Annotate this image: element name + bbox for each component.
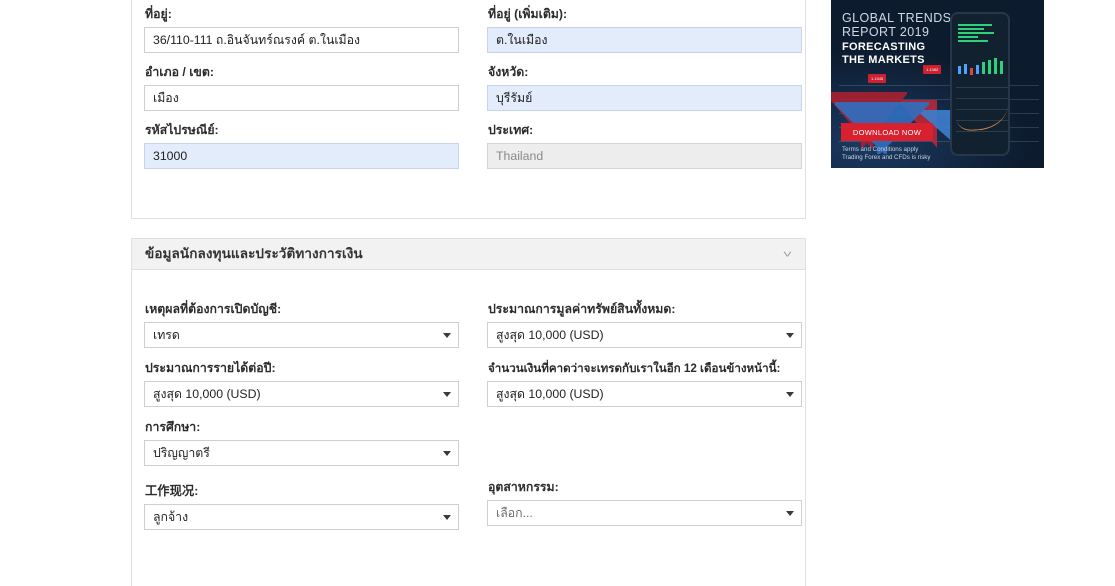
district-input[interactable]: เมือง — [144, 85, 459, 111]
annual-income-label: ประมาณการรายได้ต่อปี: — [145, 361, 276, 375]
country-value: Thailand — [496, 149, 544, 163]
address-row-1: ที่อยู่: 36/110-111 ถ.อินจันทร์ณรงค์ ต.ใ… — [144, 7, 802, 181]
investor-information-panel: ข้อมูลนักลงทุนและประวัติทางการเงิน ˅ เหต… — [131, 238, 806, 586]
employment-status-select[interactable]: ลูกจ้าง — [144, 504, 459, 530]
investor-panel-body: เหตุผลที่ต้องการเปิดบัญชี: เทรด ประมาณกา… — [132, 270, 805, 542]
field-address-additional: ที่อยู่ (เพิ่มเติม): ต.ในเมือง — [487, 7, 802, 53]
total-net-worth-label: ประมาณการมูลค่าทรัพย์สินทั้งหมด: — [488, 302, 676, 316]
investor-left-column: เหตุผลที่ต้องการเปิดบัญชี: เทรด ประมาณกา… — [144, 302, 459, 542]
field-district: อำเภอ / เขต: เมือง — [144, 65, 459, 111]
chevron-down-icon — [786, 392, 794, 397]
account-purpose-select[interactable]: เทรด — [144, 322, 459, 348]
page-root: ที่อยู่: 36/110-111 ถ.อินจันทร์ณรงค์ ต.ใ… — [0, 0, 1115, 586]
investor-right-column: ประมาณการมูลค่าทรัพย์สินทั้งหมด: สูงสุด … — [487, 302, 802, 542]
postal-code-label: รหัสไปรษณีย์: — [145, 123, 219, 137]
address-additional-label: ที่อยู่ (เพิ่มเติม): — [488, 7, 568, 21]
ad-subtitle-line2: THE MARKETS — [842, 54, 925, 66]
chevron-down-icon — [443, 333, 451, 338]
account-purpose-label: เหตุผลที่ต้องการเปิดบัญชี: — [145, 302, 282, 316]
field-country: ประเทศ: Thailand — [487, 123, 802, 169]
field-industry: อุตสาหกรรม: เลือก... — [487, 480, 802, 526]
ad-title: GLOBAL TRENDS REPORT 2019 — [842, 11, 951, 39]
ad-download-button[interactable]: DOWNLOAD NOW — [841, 123, 933, 141]
ad-terms-line2: Trading Forex and CFDs is risky — [842, 154, 931, 161]
ad-terms-line1: Terms and Conditions apply — [842, 146, 919, 153]
address-line-value: 36/110-111 ถ.อินจันทร์ณรงค์ ต.ในเมือง — [153, 33, 361, 47]
district-label: อำเภอ / เขต: — [145, 65, 214, 79]
address-line-label: ที่อยู่: — [145, 7, 172, 21]
expected-trading-amount-label: จำนวนเงินที่คาดว่าจะเทรดกับเราในอีก 12 เ… — [488, 362, 781, 375]
address-panel: ที่อยู่: 36/110-111 ถ.อินจันทร์ณรงค์ ต.ใ… — [131, 0, 806, 219]
ad-terms-text: Terms and Conditions apply Trading Forex… — [842, 146, 930, 162]
industry-value: เลือก... — [496, 506, 533, 520]
advertisement-banner[interactable]: GLOBAL TRENDS REPORT 2019 FORECASTING TH… — [831, 0, 1044, 168]
investor-panel-title: ข้อมูลนักลงทุนและประวัติทางการเงิน — [145, 246, 363, 262]
expected-trading-amount-select[interactable]: สูงสุด 10,000 (USD) — [487, 381, 802, 407]
field-employment-status: 工作现况: ลูกจ้าง — [144, 484, 459, 530]
ad-price-tag: 1.1382 — [923, 65, 942, 74]
account-purpose-value: เทรด — [153, 328, 180, 342]
province-value: บุรีรัมย์ — [496, 91, 533, 105]
field-account-purpose: เหตุผลที่ต้องการเปิดบัญชี: เทรด — [144, 302, 459, 348]
total-net-worth-value: สูงสุด 10,000 (USD) — [496, 328, 604, 342]
ad-phone-bar-chart — [958, 24, 998, 46]
field-expected-trading-amount: จำนวนเงินที่คาดว่าจะเทรดกับเราในอีก 12 เ… — [487, 361, 802, 407]
ad-phone-candlestick-chart — [956, 58, 1008, 80]
annual-income-value: สูงสุด 10,000 (USD) — [153, 387, 261, 401]
chevron-down-icon — [786, 333, 794, 338]
district-value: เมือง — [153, 91, 179, 105]
ad-title-line2: REPORT 2019 — [842, 25, 930, 39]
chevron-down-icon — [786, 511, 794, 516]
field-postal-code: รหัสไปรษณีย์: 31000 — [144, 123, 459, 169]
chevron-down-icon — [443, 451, 451, 456]
chevron-down-icon[interactable]: ˅ — [783, 249, 792, 259]
address-panel-body: ที่อยู่: 36/110-111 ถ.อินจันทร์ณรงค์ ต.ใ… — [132, 0, 805, 181]
address-right-column: ที่อยู่ (เพิ่มเติม): ต.ในเมือง จังหวัด: … — [487, 7, 802, 181]
expected-trading-amount-value: สูงสุด 10,000 (USD) — [496, 387, 604, 401]
field-annual-income: ประมาณการรายได้ต่อปี: สูงสุด 10,000 (USD… — [144, 361, 459, 407]
right-column-spacer — [487, 419, 802, 462]
province-label: จังหวัด: — [488, 65, 529, 79]
field-address-line: ที่อยู่: 36/110-111 ถ.อินจันทร์ณรงค์ ต.ใ… — [144, 7, 459, 53]
country-input: Thailand — [487, 143, 802, 169]
address-left-column: ที่อยู่: 36/110-111 ถ.อินจันทร์ณรงค์ ต.ใ… — [144, 7, 459, 181]
investor-panel-header[interactable]: ข้อมูลนักลงทุนและประวัติทางการเงิน ˅ — [132, 239, 805, 270]
field-education: การศึกษา: ปริญญาตรี — [144, 420, 459, 466]
field-province: จังหวัด: บุรีรัมย์ — [487, 65, 802, 111]
address-additional-input[interactable]: ต.ในเมือง — [487, 27, 802, 53]
education-select[interactable]: ปริญญาตรี — [144, 440, 459, 466]
address-additional-value: ต.ในเมือง — [496, 33, 548, 47]
ad-subtitle-line1: FORECASTING — [842, 41, 926, 53]
ad-title-line1: GLOBAL TRENDS — [842, 11, 952, 25]
chevron-down-icon — [443, 515, 451, 520]
industry-select[interactable]: เลือก... — [487, 500, 802, 526]
address-line-input[interactable]: 36/110-111 ถ.อินจันทร์ณรงค์ ต.ในเมือง — [144, 27, 459, 53]
province-input[interactable]: บุรีรัมย์ — [487, 85, 802, 111]
employment-status-value: ลูกจ้าง — [153, 510, 189, 524]
investor-row-1: เหตุผลที่ต้องการเปิดบัญชี: เทรด ประมาณกา… — [144, 302, 802, 542]
country-label: ประเทศ: — [488, 123, 534, 137]
chevron-down-icon — [443, 392, 451, 397]
postal-code-input[interactable]: 31000 — [144, 143, 459, 169]
field-total-net-worth: ประมาณการมูลค่าทรัพย์สินทั้งหมด: สูงสุด … — [487, 302, 802, 348]
employment-status-label: 工作现况: — [145, 484, 199, 498]
industry-label: อุตสาหกรรม: — [488, 480, 559, 494]
annual-income-select[interactable]: สูงสุด 10,000 (USD) — [144, 381, 459, 407]
ad-price-tag: 1.1345 — [868, 74, 887, 83]
postal-code-value: 31000 — [153, 149, 188, 163]
total-net-worth-select[interactable]: สูงสุด 10,000 (USD) — [487, 322, 802, 348]
ad-phone-mockup — [950, 12, 1010, 156]
education-value: ปริญญาตรี — [153, 446, 210, 460]
education-label: การศึกษา: — [145, 420, 201, 434]
ad-subtitle: FORECASTING THE MARKETS — [842, 41, 925, 67]
